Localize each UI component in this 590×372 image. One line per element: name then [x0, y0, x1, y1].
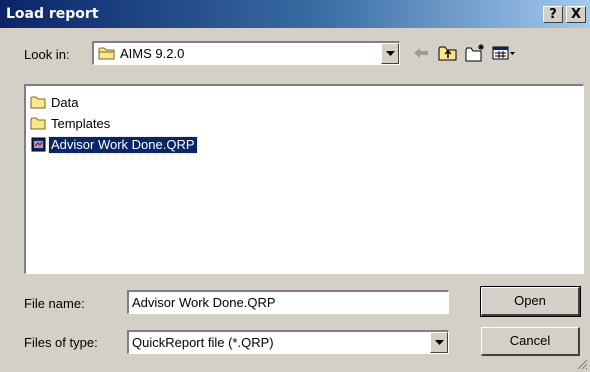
help-icon: ? [549, 7, 557, 22]
list-item-label: Advisor Work Done.QRP [48, 136, 198, 154]
close-icon: X [570, 7, 582, 22]
close-button[interactable]: X [566, 6, 586, 23]
list-item-label: Data [51, 95, 79, 110]
lookin-dropdown[interactable]: AIMS 9.2.0 [92, 41, 400, 65]
report-file-icon [31, 137, 46, 152]
chevron-down-icon [386, 51, 395, 56]
open-button[interactable]: Open [480, 286, 581, 317]
filename-label: File name: [24, 296, 85, 311]
help-button[interactable]: ? [543, 6, 563, 23]
view-menu-icon[interactable] [491, 43, 517, 63]
folder-icon [30, 96, 46, 109]
filetype-dropdown[interactable]: QuickReport file (*.QRP) [127, 330, 449, 354]
filetype-label: Files of type: [24, 335, 98, 350]
title-bar[interactable]: Load report ? X [0, 0, 590, 28]
back-arrow-icon[interactable] [410, 43, 432, 63]
filetype-value: QuickReport file (*.QRP) [132, 335, 274, 350]
cancel-button[interactable]: Cancel [481, 327, 580, 356]
list-item-label: Templates [51, 116, 111, 131]
folder-icon [98, 47, 115, 60]
lookin-dropdown-button[interactable] [381, 43, 399, 64]
resize-grip-icon[interactable] [576, 358, 588, 370]
chevron-down-icon [435, 340, 444, 345]
load-report-dialog: Load report ? X Look in: AIMS 9.2.0 Data… [0, 0, 590, 372]
dialog-title: Load report [6, 6, 99, 22]
file-list[interactable]: Data Templates Advisor Work Done.QRP [24, 84, 584, 274]
filetype-dropdown-button[interactable] [430, 332, 448, 353]
new-folder-icon[interactable] [464, 43, 486, 63]
up-folder-icon[interactable] [437, 43, 459, 63]
folder-icon [30, 117, 46, 130]
filename-input[interactable]: Advisor Work Done.QRP [127, 290, 449, 314]
lookin-value: AIMS 9.2.0 [120, 46, 185, 61]
lookin-label: Look in: [24, 47, 70, 62]
